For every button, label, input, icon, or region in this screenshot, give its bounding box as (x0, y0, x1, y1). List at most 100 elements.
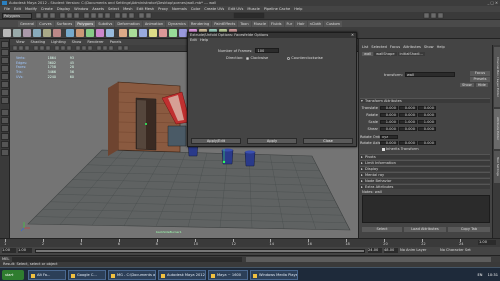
taskbar-item[interactable]: Alt Fa... (28, 270, 66, 280)
rotate-axis-z[interactable]: 0.000 (418, 141, 436, 145)
extract-icon[interactable] (86, 29, 94, 37)
menu-create[interactable]: Create (39, 7, 55, 11)
range-bar[interactable] (35, 249, 365, 253)
soft-mod-icon[interactable] (1, 89, 9, 96)
menu-window[interactable]: Window (72, 7, 90, 11)
menu-edit[interactable]: Edit (12, 7, 23, 11)
transform-name-input[interactable]: wall (404, 72, 455, 77)
presets-button[interactable]: Presets (470, 77, 490, 82)
select-button[interactable]: Select (362, 227, 402, 232)
rotate-order-dropdown[interactable]: xyz (380, 135, 398, 139)
menu-set-dropdown[interactable]: Polygons (2, 13, 32, 19)
persp-graph-icon[interactable] (1, 133, 9, 140)
channel-box-tab[interactable]: Channel Box / Layer Editor (494, 47, 500, 107)
copy-tab-button[interactable]: Copy Tab (448, 227, 490, 232)
ae-menu-show[interactable]: Show (424, 45, 434, 49)
sphere-icon[interactable] (3, 29, 11, 37)
outliner-icon[interactable] (1, 149, 9, 156)
show-manipulator-icon[interactable] (1, 97, 9, 104)
language-indicator[interactable]: EN (478, 273, 483, 277)
scale-tool-icon[interactable] (1, 81, 9, 88)
viewport-menu-lighting[interactable]: Lighting (48, 40, 69, 44)
torus-icon[interactable] (53, 29, 61, 37)
dialog-menu-help[interactable]: Help (200, 38, 208, 43)
current-frame-field[interactable]: 1.00 (478, 240, 496, 245)
rotate-axis-x[interactable]: 0.000 (380, 141, 398, 145)
hide-button[interactable]: Hide (475, 83, 488, 87)
menu-edit-mesh[interactable]: Edit Mesh (135, 7, 157, 11)
ae-menu-focus[interactable]: Focus (390, 45, 400, 49)
smooth-icon[interactable] (96, 29, 104, 37)
offset-edge-icon[interactable] (169, 29, 177, 37)
range-b-field[interactable]: 48.00 (384, 248, 398, 253)
start-button[interactable]: start (2, 270, 24, 280)
select-tool-icon[interactable] (1, 41, 9, 48)
translate-z-field[interactable]: 0.000 (418, 106, 436, 110)
sculpt-icon[interactable] (179, 29, 187, 37)
section-display[interactable]: Display (360, 166, 490, 172)
close-button[interactable]: Close (303, 138, 353, 144)
separate-icon[interactable] (76, 29, 84, 37)
translate-x-field[interactable]: 0.000 (380, 106, 398, 110)
cylinder-icon[interactable] (23, 29, 31, 37)
ae-menu-list[interactable]: List (362, 45, 368, 49)
ae-menu-help[interactable]: Help (437, 45, 445, 49)
counterclockwise-radio[interactable] (287, 56, 291, 60)
attribute-editor-tab[interactable]: Attribute Editor (494, 109, 500, 149)
menu-assets[interactable]: Assets (90, 7, 106, 11)
time-slider[interactable]: 1 2 4 6 8 10 12 14 16 18 20 22 24 1.00 (0, 238, 500, 247)
boolean-icon[interactable] (106, 29, 114, 37)
ae-tab-wallshape[interactable]: wallShape (374, 52, 397, 56)
extrude-icon[interactable] (119, 29, 127, 37)
menu-normals[interactable]: Normals (170, 7, 189, 11)
viewport-menu-show[interactable]: Show (69, 40, 85, 44)
shear-y-field[interactable]: 0.000 (399, 127, 417, 131)
dialog-close-icon[interactable]: ✕ (351, 33, 356, 38)
taskbar-item[interactable]: Maya ~ 1600 (208, 270, 248, 280)
taskbar-item[interactable]: Autodesk Maya 2012... (158, 270, 206, 280)
menu-proxy[interactable]: Proxy (156, 7, 170, 11)
focus-button[interactable]: Focus (470, 71, 490, 76)
apply-button[interactable]: Apply (247, 138, 297, 144)
ae-tab-wall[interactable]: wall (362, 52, 374, 56)
character-set-dropdown[interactable]: No Character Set (440, 248, 471, 253)
menu-display[interactable]: Display (55, 7, 72, 11)
range-a-field[interactable]: 1.00 (18, 248, 32, 253)
range-end-field[interactable]: 24.00 (368, 248, 382, 253)
menu-modify[interactable]: Modify (23, 7, 39, 11)
menu-mesh[interactable]: Mesh (121, 7, 134, 11)
viewport-menu-panels[interactable]: Panels (107, 40, 125, 44)
show-button[interactable]: Show (460, 83, 474, 87)
viewport-menu-renderer[interactable]: Renderer (84, 40, 106, 44)
combine-icon[interactable] (66, 29, 74, 37)
menu-file[interactable]: File (2, 7, 12, 11)
bridge-icon[interactable] (129, 29, 137, 37)
menu-color[interactable]: Color (189, 7, 202, 11)
window-controls[interactable]: _ □ ✕ (488, 1, 499, 5)
scale-y-field[interactable]: 1.000 (399, 120, 417, 124)
menu-help[interactable]: Help (292, 7, 304, 11)
persp-outliner-icon[interactable] (1, 125, 9, 132)
scale-z-field[interactable]: 1.000 (418, 120, 436, 124)
status-line-icons[interactable] (34, 12, 500, 20)
plane-icon[interactable] (43, 29, 51, 37)
section-transform-attributes[interactable]: Transform Attributes (360, 98, 490, 104)
four-view-icon[interactable] (1, 117, 9, 124)
cube-icon[interactable] (13, 29, 21, 37)
rotate-tool-icon[interactable] (1, 73, 9, 80)
inherits-checkbox[interactable] (382, 147, 385, 151)
insert-edge-loop-icon[interactable] (159, 29, 167, 37)
frames-input[interactable]: 100 (255, 48, 280, 53)
dialog-menu-edit[interactable]: Edit (190, 38, 197, 43)
append-icon[interactable] (139, 29, 147, 37)
viewport-menu-shading[interactable]: Shading (28, 40, 49, 44)
translate-y-field[interactable]: 0.000 (399, 106, 417, 110)
menu-create-uvs[interactable]: Create UVs (202, 7, 226, 11)
scale-x-field[interactable]: 1.000 (380, 120, 398, 124)
range-start-field[interactable]: 1.00 (2, 248, 16, 253)
lasso-tool-icon[interactable] (1, 49, 9, 56)
section-limit-information[interactable]: Limit Information (360, 160, 490, 166)
ae-menu-attributes[interactable]: Attributes (403, 45, 421, 49)
rotate-axis-y[interactable]: 0.000 (399, 141, 417, 145)
taskbar-item[interactable]: Google C... (68, 270, 106, 280)
